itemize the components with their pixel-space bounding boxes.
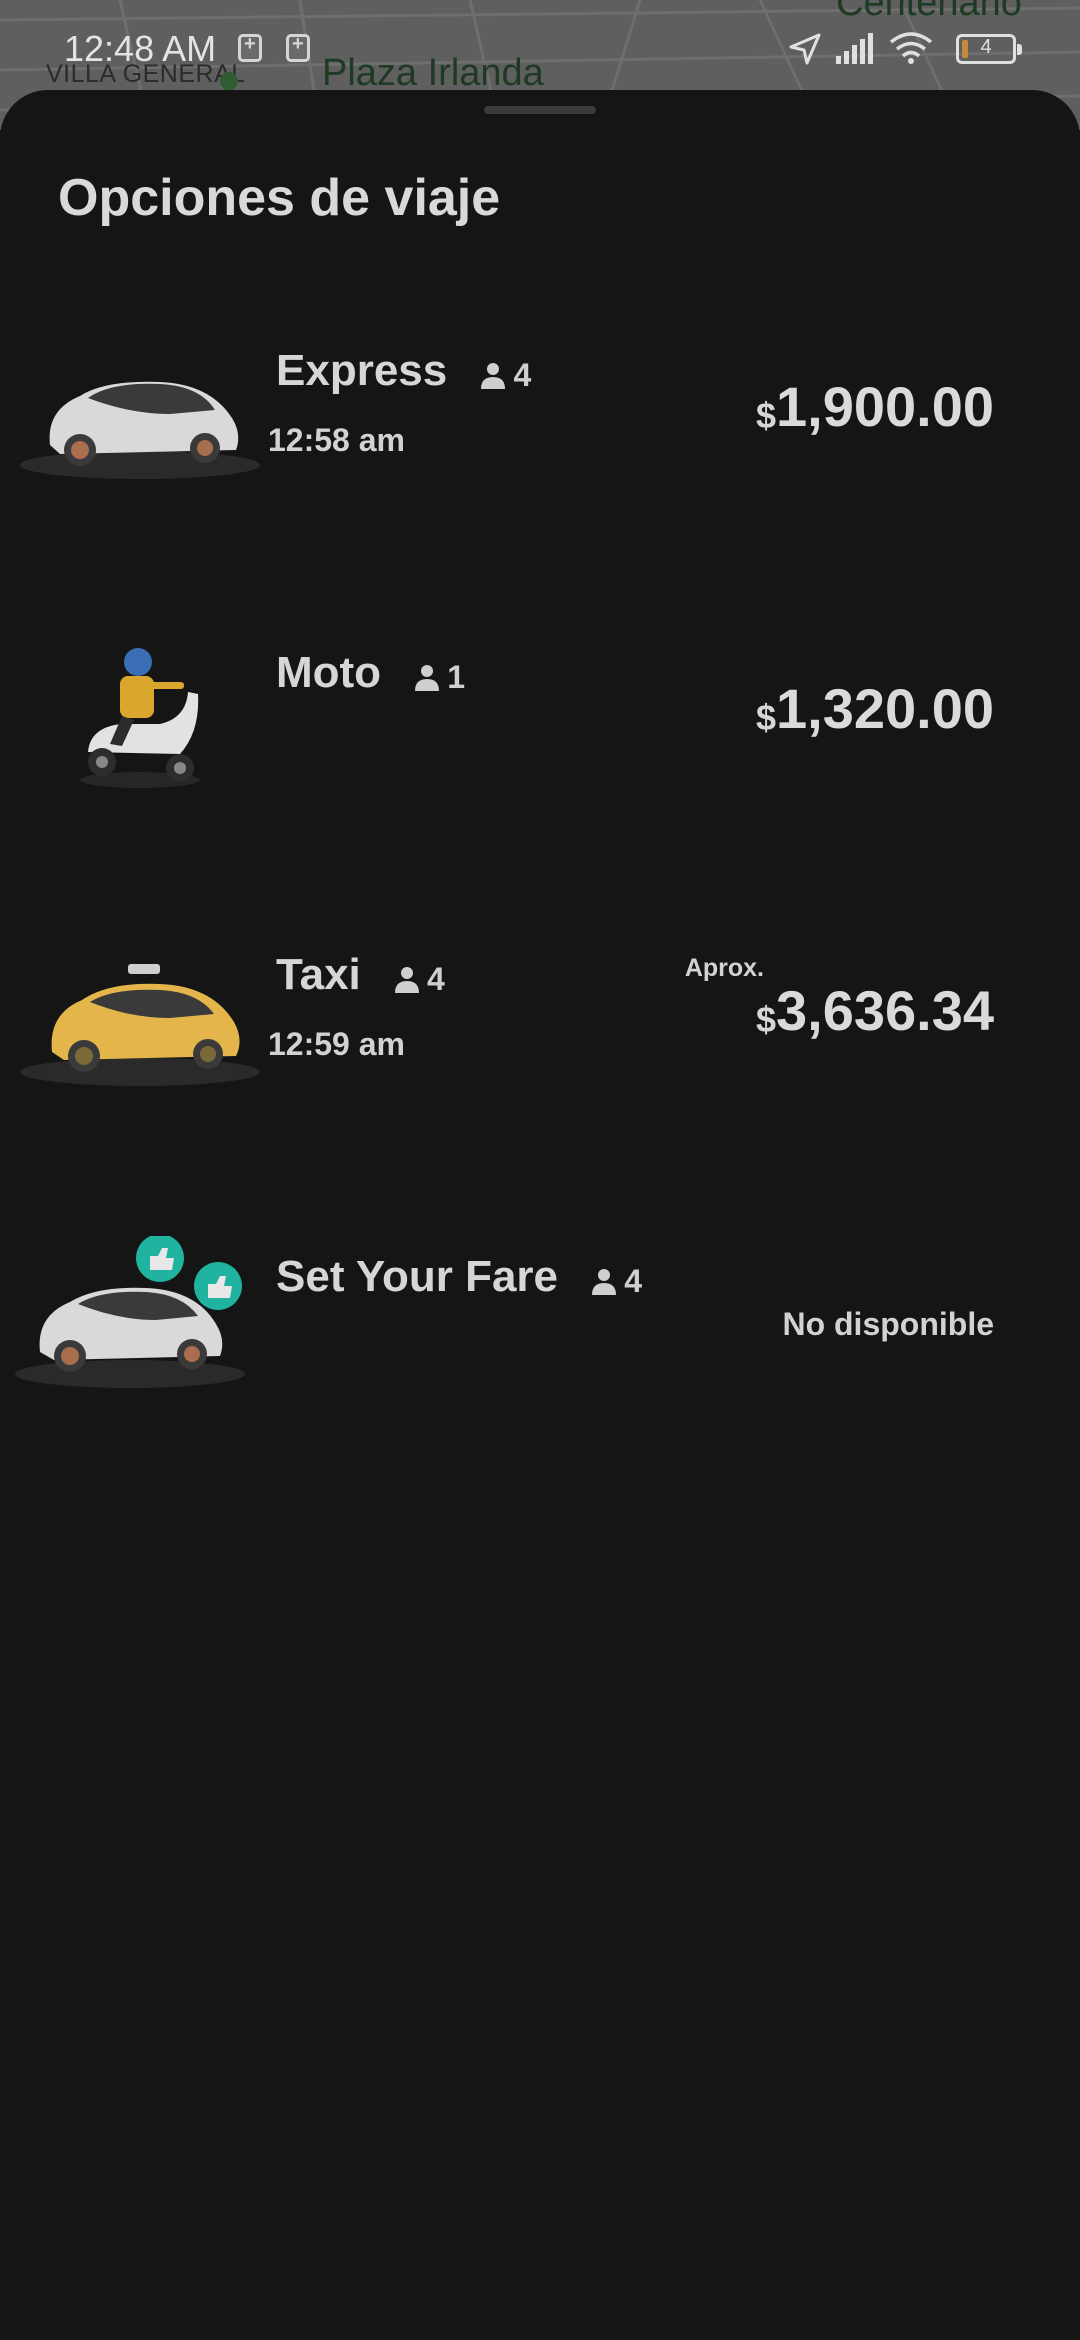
ride-option-name: Set Your Fare [276,1252,559,1301]
person-icon [395,966,420,993]
person-icon [481,362,506,389]
price-currency: $ [755,999,777,1040]
person-icon [415,664,440,691]
white-car-icon [20,381,260,479]
location-arrow-icon [789,33,821,65]
capacity-count: 4 [427,961,445,998]
battery-icon: 4 [956,34,1022,64]
price-currency: $ [755,697,777,738]
status-bar: 12:48 AM 4 [0,0,1080,100]
person-icon [592,1268,617,1295]
ride-option-name-wrapper: Express 4 [276,346,531,398]
price-amount: 1,900.00 [776,375,994,438]
yellow-taxi-icon [20,964,260,1086]
ride-option-moto[interactable]: Moto 1 $1,320.00 [0,632,1080,832]
signal-icon [836,33,873,64]
capacity-count: 4 [624,1263,643,1300]
ride-option-name-wrapper: Moto 1 [276,648,465,700]
ride-option-name: Moto [276,648,382,697]
ride-option-name-wrapper: Taxi 4 [276,950,445,1002]
car-with-thumbs-up-icon [15,1236,245,1388]
price-currency: $ [755,395,777,436]
passenger-capacity: 1 [413,650,465,700]
capacity-count: 4 [513,357,532,394]
ride-option-set-your-fare[interactable]: Set Your Fare 4 No disponible [0,1236,1080,1436]
sheet-title: Opciones de viaje [58,169,501,227]
price: $3,636.34 [756,978,994,1043]
trip-options-sheet: Opciones de viaje Express 4 12:58 am $1,… [0,90,1080,2340]
ride-option-name: Express [276,346,448,395]
ride-option-express[interactable]: Express 4 12:58 am $1,900.00 [0,330,1080,530]
status-time: 12:48 AM [64,28,217,69]
notification-icon [238,33,262,62]
wifi-icon [889,32,933,64]
drag-handle[interactable] [484,106,596,114]
price: $1,320.00 [756,676,994,741]
ride-option-taxi[interactable]: Taxi 4 12:59 am Aprox. $3,636.34 [0,934,1080,1134]
price-approx-label: Aprox. [684,954,764,982]
ride-option-name: Taxi [276,950,361,999]
scooter-rider-icon [80,648,200,788]
unavailable-status: No disponible [782,1306,994,1342]
eta-time: 12:59 am [268,1026,405,1062]
passenger-capacity: 4 [479,348,531,398]
passenger-capacity: 4 [590,1254,642,1304]
price-amount: 1,320.00 [776,677,994,740]
price: $1,900.00 [756,374,994,439]
ride-option-name-wrapper: Set Your Fare 4 [276,1252,642,1304]
notification-icon [286,33,310,62]
eta-time: 12:58 am [268,422,405,458]
battery-level: 4 [980,36,992,58]
price-amount: 3,636.34 [776,979,994,1042]
passenger-capacity: 4 [393,952,445,1002]
capacity-count: 1 [447,659,466,696]
